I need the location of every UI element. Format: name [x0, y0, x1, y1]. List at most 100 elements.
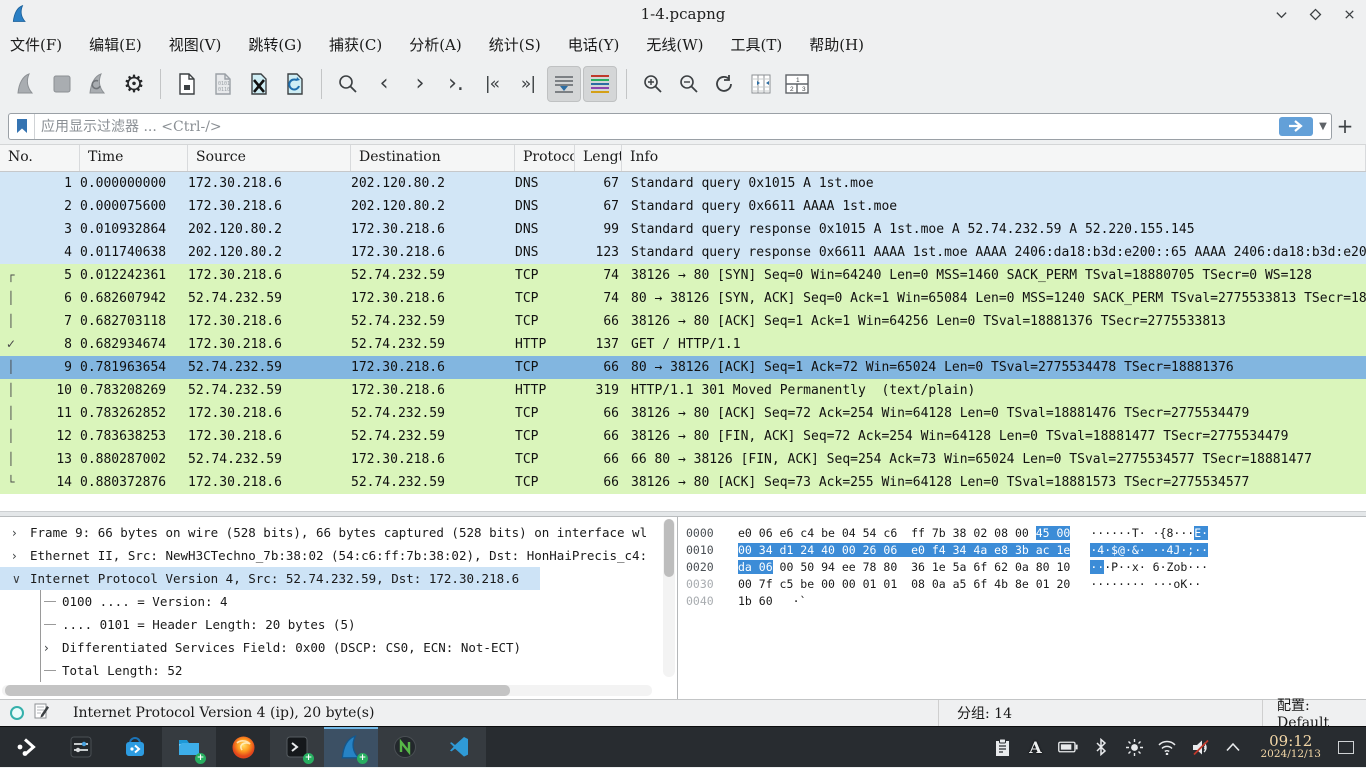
- close-icon[interactable]: [1342, 7, 1356, 21]
- go-back-icon[interactable]: ‹: [367, 66, 401, 102]
- show-desktop-icon[interactable]: [1338, 741, 1354, 754]
- expert-info-icon[interactable]: [10, 706, 24, 720]
- packet-row[interactable]: 3 0.010932864 202.120.80.2 172.30.218.6 …: [0, 218, 1366, 241]
- packet-row[interactable]: │7 0.682703118 172.30.218.6 52.74.232.59…: [0, 310, 1366, 333]
- menu-item[interactable]: 电话(Y): [568, 34, 620, 55]
- menu-item[interactable]: 统计(S): [489, 34, 541, 55]
- detail-horizontal-scrollbar[interactable]: [2, 685, 652, 696]
- scrollbar-thumb[interactable]: [664, 519, 674, 577]
- packet-row[interactable]: └14 0.880372876 172.30.218.6 52.74.232.5…: [0, 471, 1366, 494]
- go-first-icon[interactable]: |«: [475, 66, 509, 102]
- detail-line[interactable]: .... 0101 = Header Length: 20 bytes (5): [0, 613, 677, 636]
- expander-icon[interactable]: ›: [44, 641, 62, 655]
- packet-row[interactable]: 1 0.000000000 172.30.218.6 202.120.80.2 …: [0, 172, 1366, 195]
- capture-restart-icon[interactable]: [81, 66, 115, 102]
- expander-icon[interactable]: ∨: [12, 572, 30, 586]
- reload-file-icon[interactable]: [278, 66, 312, 102]
- go-forward-icon[interactable]: ›: [403, 66, 437, 102]
- packet-row[interactable]: │9 0.781963654 52.74.232.59 172.30.218.6…: [0, 356, 1366, 379]
- packet-row[interactable]: 4 0.011740638 202.120.80.2 172.30.218.6 …: [0, 241, 1366, 264]
- menu-item[interactable]: 捕获(C): [329, 34, 382, 55]
- wireshark-icon[interactable]: +: [324, 727, 378, 767]
- menu-item[interactable]: 编辑(E): [89, 34, 142, 55]
- detail-line[interactable]: › Differentiated Services Field: 0x00 (D…: [0, 636, 677, 659]
- detail-line[interactable]: Total Length: 52: [0, 659, 677, 682]
- column-header-protocol[interactable]: Protocol: [515, 145, 575, 171]
- packet-row[interactable]: ┌5 0.012242361 172.30.218.6 52.74.232.59…: [0, 264, 1366, 287]
- column-header-source[interactable]: Source: [188, 145, 351, 171]
- column-header-length[interactable]: Length: [575, 145, 622, 171]
- wifi-icon[interactable]: [1157, 737, 1177, 757]
- packet-row[interactable]: │12 0.783638253 172.30.218.6 52.74.232.5…: [0, 425, 1366, 448]
- zoom-out-icon[interactable]: [672, 66, 706, 102]
- auto-scroll-icon[interactable]: [547, 66, 581, 102]
- system-settings-icon[interactable]: [54, 727, 108, 767]
- clock[interactable]: 09:12 2024/12/13: [1260, 733, 1321, 761]
- input-method-icon[interactable]: A: [1025, 737, 1045, 757]
- open-file-icon[interactable]: [170, 66, 204, 102]
- column-header-destination[interactable]: Destination: [351, 145, 515, 171]
- volume-muted-icon[interactable]: [1190, 737, 1210, 757]
- packet-row[interactable]: │6 0.682607942 52.74.232.59 172.30.218.6…: [0, 287, 1366, 310]
- file-manager-icon[interactable]: +: [162, 727, 216, 767]
- hex-row[interactable]: 0020 da 06 00 50 94 ee 78 80 36 1e 5a 6f…: [686, 559, 1366, 576]
- detail-line[interactable]: › Frame 9: 66 bytes on wire (528 bits), …: [0, 521, 677, 544]
- hex-row[interactable]: 0040 1b 60 ·`: [686, 593, 1366, 610]
- save-file-icon[interactable]: 01010110: [206, 66, 240, 102]
- status-profile[interactable]: 配置: Default: [1262, 700, 1366, 726]
- colorize-icon[interactable]: [583, 66, 617, 102]
- packet-row[interactable]: │11 0.783262852 172.30.218.6 52.74.232.5…: [0, 402, 1366, 425]
- clipboard-icon[interactable]: [992, 737, 1012, 757]
- packet-row[interactable]: │13 0.880287002 52.74.232.59 172.30.218.…: [0, 448, 1366, 471]
- app-launcher-icon[interactable]: [0, 727, 54, 767]
- column-header-info[interactable]: Info: [622, 145, 1366, 171]
- konsole-icon[interactable]: +: [270, 727, 324, 767]
- menu-item[interactable]: 跳转(G): [248, 34, 302, 55]
- resize-columns-icon[interactable]: [744, 66, 778, 102]
- add-filter-button[interactable]: +: [1332, 114, 1358, 138]
- scrollbar-thumb[interactable]: [5, 685, 510, 696]
- expander-icon[interactable]: ›: [12, 549, 30, 563]
- battery-icon[interactable]: [1058, 737, 1078, 757]
- brightness-icon[interactable]: [1124, 737, 1144, 757]
- neovim-icon[interactable]: [378, 727, 432, 767]
- column-header-time[interactable]: Time: [80, 145, 188, 171]
- detail-line[interactable]: 0100 .... = Version: 4: [0, 590, 677, 613]
- maximize-icon[interactable]: [1308, 7, 1322, 21]
- filter-bookmark-icon[interactable]: [9, 114, 35, 139]
- capture-options-icon[interactable]: ⚙: [117, 66, 151, 102]
- chevron-up-icon[interactable]: [1223, 737, 1243, 757]
- column-header-no[interactable]: No.: [0, 145, 80, 171]
- vscode-icon[interactable]: [432, 727, 486, 767]
- display-filter-input[interactable]: 应用显示过滤器 ... <Ctrl-/> ▼: [8, 113, 1332, 140]
- capture-start-icon[interactable]: [9, 66, 43, 102]
- menu-item[interactable]: 文件(F): [10, 34, 62, 55]
- hex-row[interactable]: 0030 00 7f c5 be 00 00 01 01 08 0a a5 6f…: [686, 576, 1366, 593]
- filter-dropdown-caret-icon[interactable]: ▼: [1315, 121, 1331, 132]
- menu-item[interactable]: 无线(W): [646, 34, 703, 55]
- go-last-icon[interactable]: »|: [511, 66, 545, 102]
- hex-row[interactable]: 0000 e0 06 e6 c4 be 04 54 c6 ff 7b 38 02…: [686, 525, 1366, 542]
- menu-item[interactable]: 分析(A): [409, 34, 462, 55]
- firefox-icon[interactable]: [216, 727, 270, 767]
- menu-item[interactable]: 帮助(H): [809, 34, 864, 55]
- find-packet-icon[interactable]: [331, 66, 365, 102]
- hex-row[interactable]: 0010 00 34 d1 24 40 00 26 06 e0 f4 34 4a…: [686, 542, 1366, 559]
- expander-icon[interactable]: ›: [12, 526, 30, 540]
- packet-row[interactable]: ✓8 0.682934674 172.30.218.6 52.74.232.59…: [0, 333, 1366, 356]
- detail-vertical-scrollbar[interactable]: [663, 519, 675, 677]
- discover-icon[interactable]: [108, 727, 162, 767]
- packet-row[interactable]: │10 0.783208269 52.74.232.59 172.30.218.…: [0, 379, 1366, 402]
- detail-line[interactable]: ∨ Internet Protocol Version 4, Src: 52.7…: [0, 567, 540, 590]
- packet-row[interactable]: 2 0.000075600 172.30.218.6 202.120.80.2 …: [0, 195, 1366, 218]
- minimize-icon[interactable]: [1274, 7, 1288, 21]
- close-file-icon[interactable]: [242, 66, 276, 102]
- zoom-reset-icon[interactable]: [708, 66, 742, 102]
- capture-comment-icon[interactable]: [34, 703, 49, 723]
- menu-item[interactable]: 视图(V): [169, 34, 222, 55]
- detail-line[interactable]: › Ethernet II, Src: NewH3CTechno_7b:38:0…: [0, 544, 677, 567]
- layout-presets-icon[interactable]: 123: [780, 66, 814, 102]
- zoom-in-icon[interactable]: [636, 66, 670, 102]
- capture-stop-icon[interactable]: [45, 66, 79, 102]
- apply-filter-icon[interactable]: [1279, 117, 1313, 136]
